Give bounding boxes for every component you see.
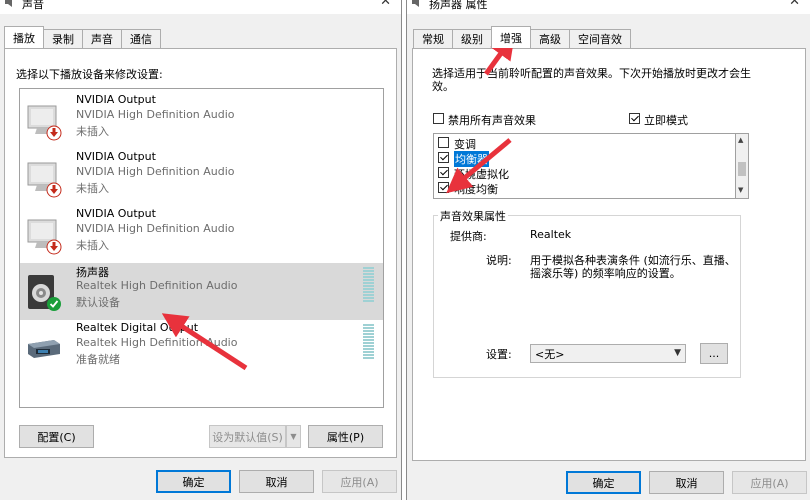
effect-item[interactable]: 变调	[438, 135, 728, 151]
window-title: 声音	[22, 0, 44, 11]
group-title: 声音效果属性	[438, 208, 508, 224]
tab-communications[interactable]: 通信	[121, 29, 161, 48]
chevron-down-icon: ▼	[290, 432, 297, 441]
cancel-button[interactable]: 取消	[649, 471, 724, 494]
effect-checkbox[interactable]	[438, 137, 449, 148]
device-status: 未插入	[76, 125, 109, 138]
enhancements-panel: 选择适用于当前聆听配置的声音效果。下次开始播放时更改才会生 效。 禁用所有声音效…	[412, 48, 806, 461]
monitor-icon	[27, 162, 62, 198]
effect-checkbox[interactable]	[438, 182, 449, 193]
effect-checkbox[interactable]	[438, 152, 449, 163]
device-status: 未插入	[76, 182, 109, 195]
provider-label: 提供商:	[450, 230, 487, 243]
digital-output-icon	[28, 340, 60, 358]
device-item[interactable]: NVIDIA Output NVIDIA High Definition Aud…	[20, 149, 383, 206]
immediate-mode-label: 立即模式	[644, 114, 688, 127]
monitor-icon	[27, 219, 62, 255]
volume-meter	[363, 267, 374, 303]
more-settings-button[interactable]: ...	[700, 343, 728, 364]
effects-list: 变调 均衡器 环境虚拟化 响度均衡	[433, 133, 740, 199]
speaker-properties-dialog: 扬声器 属性 ✕ 常规 级别 增强 高级 空间音效 选择适用于当前聆听配置的声音…	[406, 0, 810, 500]
playback-panel: 选择以下播放设备来修改设置: NVIDIA Output NVIDIA High…	[4, 48, 397, 458]
close-button[interactable]: ✕	[789, 0, 800, 9]
device-name: NVIDIA Output	[76, 93, 156, 106]
device-driver: NVIDIA High Definition Audio	[76, 222, 235, 235]
title-bar: 声音 ✕	[0, 0, 401, 14]
set-default-button[interactable]: 设为默认值(S)	[209, 425, 286, 448]
title-bar: 扬声器 属性 ✕	[407, 0, 810, 14]
device-status: 准备就绪	[76, 353, 120, 366]
speaker-icon	[28, 275, 61, 311]
volume-meter	[363, 324, 374, 360]
configure-button[interactable]: 配置(C)	[19, 425, 94, 448]
monitor-icon	[27, 105, 62, 141]
settings-value: <无>	[535, 347, 565, 361]
apply-button[interactable]: 应用(A)	[322, 470, 397, 493]
device-driver: Realtek High Definition Audio	[76, 279, 238, 292]
device-item[interactable]: Realtek Digital Output Realtek High Defi…	[20, 320, 383, 377]
tab-advanced[interactable]: 高级	[530, 29, 570, 48]
effect-properties-group: 声音效果属性 提供商: Realtek 说明: 用于模拟各种表演条件 (如流行乐…	[433, 208, 741, 378]
device-status: 未插入	[76, 239, 109, 252]
immediate-mode-checkbox[interactable]	[629, 113, 640, 124]
effect-description-cont: 摇滚乐等) 的频率响应的设置。	[530, 267, 681, 280]
tab-recording[interactable]: 录制	[43, 29, 83, 48]
set-default-dropdown[interactable]: ▼	[286, 425, 301, 448]
scroll-down-icon[interactable]: ▼	[738, 186, 743, 194]
device-status: 默认设备	[76, 296, 120, 309]
scrollbar-thumb[interactable]	[738, 162, 746, 176]
tab-levels[interactable]: 级别	[452, 29, 492, 48]
device-list: NVIDIA Output NVIDIA High Definition Aud…	[19, 88, 384, 408]
properties-button[interactable]: 属性(P)	[308, 425, 383, 448]
device-driver: NVIDIA High Definition Audio	[76, 165, 235, 178]
tab-general[interactable]: 常规	[413, 29, 453, 48]
tab-bar: 常规 级别 增强 高级 空间音效	[413, 26, 631, 48]
device-name: NVIDIA Output	[76, 150, 156, 163]
settings-dropdown[interactable]: <无> ▼	[530, 344, 686, 363]
description-label: 说明:	[486, 254, 512, 267]
description-text: 选择适用于当前聆听配置的声音效果。下次开始播放时更改才会生	[432, 67, 751, 80]
effect-item[interactable]: 响度均衡	[438, 180, 728, 196]
device-driver: Realtek High Definition Audio	[76, 336, 238, 349]
tab-sounds[interactable]: 声音	[82, 29, 122, 48]
tab-playback[interactable]: 播放	[4, 26, 44, 48]
effect-checkbox[interactable]	[438, 167, 449, 178]
speaker-app-icon	[412, 0, 419, 7]
device-item[interactable]: NVIDIA Output NVIDIA High Definition Aud…	[20, 92, 383, 149]
tab-enhancements[interactable]: 增强	[491, 26, 531, 48]
effect-item[interactable]: 环境虚拟化	[438, 165, 728, 181]
provider-value: Realtek	[530, 228, 572, 241]
device-name: 扬声器	[76, 266, 109, 279]
speaker-app-icon	[5, 0, 12, 7]
window-title: 扬声器 属性	[429, 0, 488, 11]
device-driver: NVIDIA High Definition Audio	[76, 108, 235, 121]
tab-bar: 播放 录制 声音 通信	[4, 26, 161, 48]
device-name: NVIDIA Output	[76, 207, 156, 220]
apply-button[interactable]: 应用(A)	[732, 471, 807, 494]
effect-item-equalizer[interactable]: 均衡器	[438, 150, 728, 167]
cancel-button[interactable]: 取消	[239, 470, 314, 493]
instruction-text: 选择以下播放设备来修改设置:	[16, 68, 163, 81]
ok-button[interactable]: 确定	[566, 471, 641, 494]
chevron-down-icon: ▼	[674, 348, 681, 358]
ok-button[interactable]: 确定	[156, 470, 231, 493]
close-button[interactable]: ✕	[380, 0, 391, 9]
effects-scrollbar[interactable]: ▲ ▼	[735, 133, 749, 199]
device-item[interactable]: NVIDIA Output NVIDIA High Definition Aud…	[20, 206, 383, 263]
disable-all-label: 禁用所有声音效果	[448, 114, 536, 127]
description-text-cont: 效。	[432, 80, 454, 93]
device-item-speakers[interactable]: 扬声器 Realtek High Definition Audio 默认设备	[20, 263, 383, 320]
sound-dialog: 声音 ✕ 播放 录制 声音 通信 选择以下播放设备来修改设置: NVIDIA O…	[0, 0, 402, 500]
device-name: Realtek Digital Output	[76, 321, 199, 334]
tab-spatial-sound[interactable]: 空间音效	[569, 29, 631, 48]
effect-label: 响度均衡	[454, 183, 498, 196]
disable-all-checkbox[interactable]	[433, 113, 444, 124]
settings-label: 设置:	[486, 348, 512, 361]
scroll-up-icon[interactable]: ▲	[738, 136, 743, 144]
